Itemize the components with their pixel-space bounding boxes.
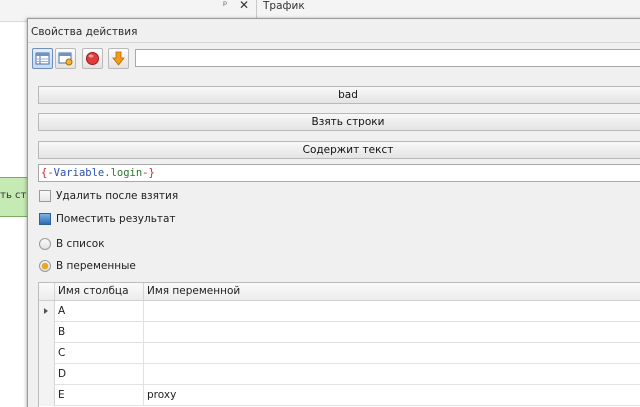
- table-row[interactable]: A: [39, 301, 640, 322]
- grid-header-column-name[interactable]: Имя столбца: [55, 283, 144, 301]
- row-indicator[interactable]: [39, 322, 55, 343]
- action-node-label: ать стро: [0, 190, 27, 201]
- action-node[interactable]: ать стро: [0, 177, 28, 217]
- action-properties-dialog: Свойства действия bad Взять строки Содер…: [27, 18, 640, 407]
- red-circle-icon: [86, 52, 99, 65]
- table-row[interactable]: B: [39, 322, 640, 343]
- title-divider: [28, 42, 640, 43]
- variable-expression-input[interactable]: {-Variable.login-}: [38, 164, 640, 182]
- put-result-label: Поместить результат: [56, 213, 176, 225]
- cell-column-name[interactable]: B: [55, 322, 144, 343]
- column-mapping-grid: Имя столбца Имя переменной A B C D Eproxy: [38, 282, 640, 407]
- current-row-arrow-icon: [44, 308, 48, 314]
- to-variables-radio[interactable]: [39, 260, 51, 272]
- cell-variable-name[interactable]: [144, 322, 640, 343]
- orange-down-arrow-icon: [112, 51, 125, 66]
- delete-after-take-checkbox[interactable]: [39, 190, 51, 202]
- to-list-radio[interactable]: [39, 238, 51, 250]
- cell-variable-name[interactable]: [144, 364, 640, 385]
- stop-button[interactable]: [82, 48, 103, 69]
- grid-header-indicator: [39, 283, 55, 301]
- action-name-input[interactable]: [135, 49, 640, 67]
- bad-button[interactable]: bad: [38, 86, 640, 104]
- move-down-button[interactable]: [108, 48, 129, 69]
- expr-variable: Variable: [53, 167, 105, 179]
- cell-variable-name[interactable]: [144, 301, 640, 322]
- dialog-title: Свойства действия: [31, 26, 138, 38]
- cell-column-name[interactable]: A: [55, 301, 144, 322]
- cell-variable-name[interactable]: [144, 343, 640, 364]
- put-result-icon: [39, 213, 51, 225]
- cell-column-name[interactable]: C: [55, 343, 144, 364]
- table-row[interactable]: D: [39, 364, 640, 385]
- row-indicator[interactable]: [39, 385, 55, 406]
- row-indicator[interactable]: [39, 343, 55, 364]
- expr-property: login: [110, 167, 143, 179]
- cell-column-name[interactable]: D: [55, 364, 144, 385]
- table-view-button[interactable]: [32, 48, 53, 69]
- cell-column-name[interactable]: E: [55, 385, 144, 406]
- to-list-label: В список: [56, 238, 105, 250]
- table-view-icon: [35, 52, 50, 65]
- row-indicator[interactable]: [39, 364, 55, 385]
- take-rows-button[interactable]: Взять строки: [38, 113, 640, 131]
- contains-text-button[interactable]: Содержит текст: [38, 141, 640, 159]
- pin-icon[interactable]: ᵖ: [223, 0, 227, 11]
- tab-traffic[interactable]: Трафик: [263, 0, 305, 12]
- table-row[interactable]: Eproxy: [39, 385, 640, 406]
- window-settings-button[interactable]: [55, 48, 76, 69]
- cell-variable-name[interactable]: proxy: [144, 385, 640, 406]
- expr-close-brace: }: [148, 167, 155, 179]
- to-variables-label: В переменные: [56, 260, 136, 272]
- window-settings-icon: [58, 52, 73, 66]
- close-icon[interactable]: ✕: [239, 0, 249, 12]
- delete-after-take-label: Удалить после взятия: [56, 190, 179, 202]
- table-row[interactable]: C: [39, 343, 640, 364]
- row-indicator[interactable]: [39, 301, 55, 322]
- grid-header-variable-name[interactable]: Имя переменной: [144, 283, 640, 301]
